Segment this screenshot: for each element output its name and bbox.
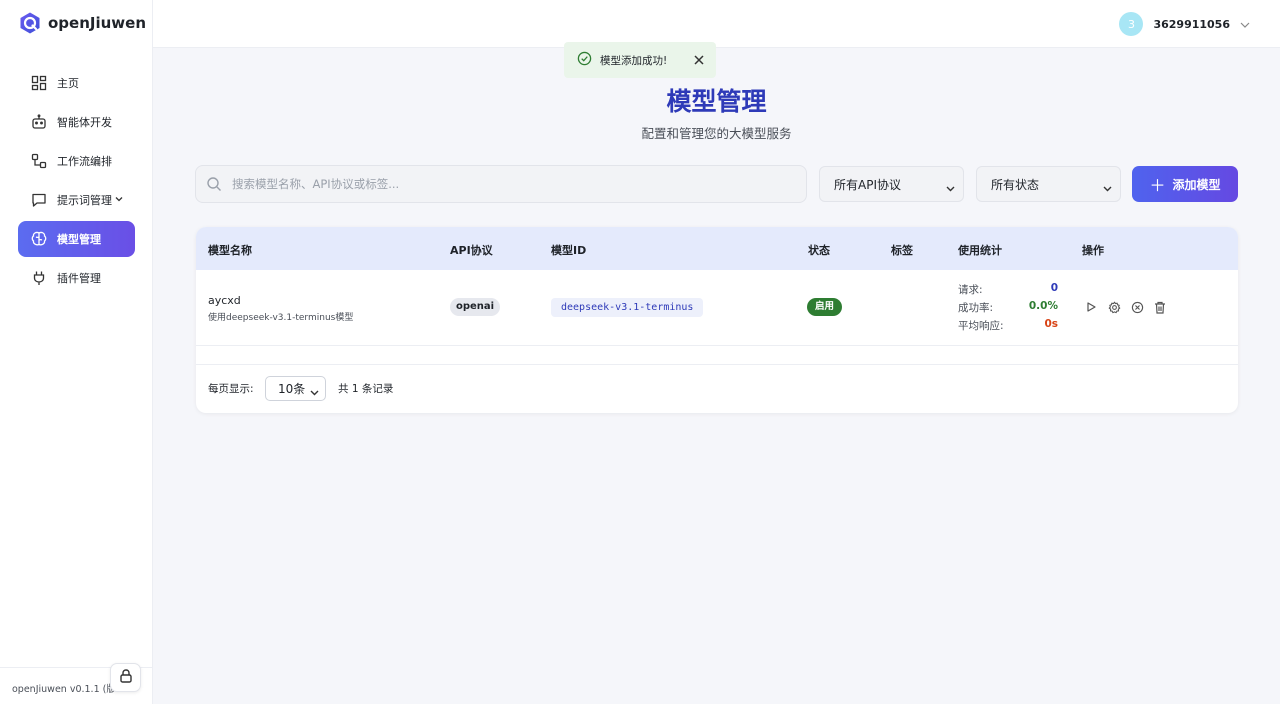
success-rate-value: 0.0% xyxy=(1028,300,1058,312)
sidebar-item-label: 插件管理 xyxy=(57,272,101,285)
sidebar-item-workflow[interactable]: 工作流编排 xyxy=(18,143,135,179)
page-title: 模型管理 xyxy=(666,87,767,116)
table-row: aycxd 使用deepseek-v3.1-terminus模型 openai … xyxy=(196,270,1238,346)
topbar: 3 3629911056 xyxy=(153,0,1280,48)
header-name: 模型名称 xyxy=(208,244,252,257)
plug-icon xyxy=(30,269,48,287)
sidebar-item-label: 工作流编排 xyxy=(57,155,112,168)
check-circle-icon xyxy=(577,51,592,69)
header-actions: 操作 xyxy=(1082,244,1104,257)
divider xyxy=(196,364,1238,365)
lock-icon xyxy=(118,668,134,687)
latency-value: 0s xyxy=(1044,318,1058,330)
total-records: 共 1 条记录 xyxy=(338,383,394,395)
avatar: 3 xyxy=(1119,12,1144,36)
search-icon xyxy=(206,176,222,192)
requests-value: 0 xyxy=(1050,282,1058,294)
sidebar-item-plugin[interactable]: 插件管理 xyxy=(18,260,135,296)
chat-bubble-icon xyxy=(30,191,48,209)
sidebar-item-prompt[interactable]: 提示词管理 xyxy=(18,182,135,218)
brain-icon xyxy=(30,230,48,248)
openjiuwen-logo xyxy=(20,12,40,34)
chevron-down-icon xyxy=(946,181,955,195)
sidebar-item-label: 模型管理 xyxy=(57,233,101,246)
header-tags: 标签 xyxy=(891,244,913,257)
header-api: API协议 xyxy=(450,244,493,257)
plus-icon: ＋ xyxy=(1149,176,1166,195)
chevron-down-icon xyxy=(1103,181,1112,195)
chevron-down-icon xyxy=(115,195,123,205)
latency-label: 平均响应: xyxy=(958,320,1004,332)
brand-name: openJiuwen xyxy=(48,14,147,32)
status-select-value: 所有状态 xyxy=(991,177,1040,192)
chevron-down-icon xyxy=(310,385,319,399)
model-table-card: 模型名称 API协议 模型ID 状态 标签 使用统计 操作 aycxd 使用de… xyxy=(196,227,1238,413)
row-actions xyxy=(1084,300,1167,314)
success-rate-label: 成功率: xyxy=(958,302,994,314)
table-header: 模型名称 API协议 模型ID 状态 标签 使用统计 操作 xyxy=(196,227,1238,270)
per-page-label: 每页显示: xyxy=(208,383,254,395)
page-subtitle-wrap: 配置和管理您的大模型服务 xyxy=(0,123,1280,142)
page-title-wrap: 模型管理 xyxy=(0,82,1280,118)
header-usage: 使用统计 xyxy=(958,244,1002,257)
success-toast: 模型添加成功! xyxy=(564,42,716,78)
chevron-down-icon xyxy=(1240,17,1250,31)
api-protocol-select[interactable]: 所有API协议 xyxy=(819,166,964,202)
search-input[interactable] xyxy=(232,177,782,191)
per-page-select[interactable]: 10条 xyxy=(265,376,326,401)
model-description: 使用deepseek-v3.1-terminus模型 xyxy=(208,313,354,323)
status-badge: 启用 xyxy=(807,298,843,316)
brand[interactable]: openJiuwen xyxy=(18,11,146,35)
add-model-label: 添加模型 xyxy=(1172,177,1221,192)
api-protocol-select-value: 所有API协议 xyxy=(834,177,901,192)
sidebar-item-model[interactable]: 模型管理 xyxy=(18,221,135,257)
toast-message: 模型添加成功! xyxy=(600,54,668,67)
requests-label: 请求: xyxy=(958,284,983,296)
usage-stats: 请求: 0 成功率: 0.0% 平均响应: 0s xyxy=(958,282,1058,336)
add-model-button[interactable]: ＋ 添加模型 xyxy=(1132,166,1238,202)
header-model-id: 模型ID xyxy=(551,244,587,257)
trash-icon[interactable] xyxy=(1153,300,1167,314)
version-text: openJiuwen v0.1.1 (版本 xyxy=(12,684,114,695)
play-icon[interactable] xyxy=(1084,300,1098,314)
sidebar-item-label: 提示词管理 xyxy=(57,194,112,207)
lock-button[interactable] xyxy=(110,663,141,692)
gear-icon[interactable] xyxy=(1107,300,1121,314)
api-protocol-badge: openai xyxy=(450,298,501,316)
username: 3629911056 xyxy=(1153,17,1230,31)
user-menu[interactable]: 3 3629911056 xyxy=(1119,12,1250,36)
page-subtitle: 配置和管理您的大模型服务 xyxy=(641,126,792,141)
close-icon[interactable] xyxy=(692,53,706,67)
model-name: aycxd xyxy=(208,294,241,307)
disable-circle-icon[interactable] xyxy=(1130,300,1144,314)
workflow-icon xyxy=(30,152,48,170)
per-page-value: 10条 xyxy=(278,382,306,396)
status-select[interactable]: 所有状态 xyxy=(976,166,1121,202)
header-status: 状态 xyxy=(808,244,830,257)
search-bar xyxy=(195,165,807,203)
model-id-code: deepseek-v3.1-terminus xyxy=(551,298,704,317)
